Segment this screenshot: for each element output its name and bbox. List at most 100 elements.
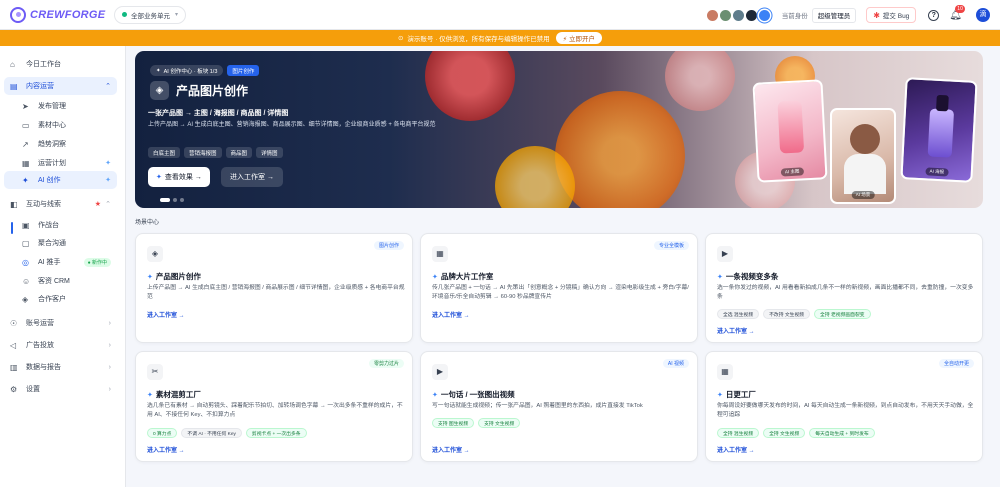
role-select[interactable]: 超级管理员 — [811, 7, 857, 23]
card-enter-link[interactable]: 进入工作室 → — [717, 326, 755, 335]
preview-thumb-scene[interactable]: AI 场景 — [830, 108, 896, 204]
theme-swatch-3[interactable] — [732, 9, 744, 21]
scenario-card[interactable]: ✂ 零剪力过片 ✦ 素材混剪工厂 选几条已有素材 → 自动剪镜头、踩着配乐节拍切、… — [135, 351, 413, 462]
serum-cap-image — [935, 94, 949, 112]
chevron-right-icon: › — [108, 385, 111, 393]
sidebar-item-plan[interactable]: ▦ 运营计划 ✦ — [4, 154, 117, 172]
hero-tag-text: AI 创作中心 · 板块 1/3 — [163, 68, 218, 75]
card-tag: 支持 文生视频 — [478, 418, 521, 428]
sidebar-item-label: 内容运营 — [26, 83, 54, 90]
sparkle-icon: ✦ — [156, 174, 162, 181]
sparkle-icon: ✦ — [22, 175, 29, 185]
sidebar-item-label: AI 推手 — [38, 259, 61, 266]
card-enter-link[interactable]: 进入工作室 → — [717, 445, 755, 454]
layers-icon: ◈ — [147, 246, 163, 262]
scenario-card[interactable]: ◈ 图片创作 ✦ 产品图片创作 上传产品图 → AI 生成白底主图 / 营销海报图… — [135, 233, 413, 343]
fruit-decoration — [665, 51, 735, 111]
user-icon: ☉ — [10, 318, 18, 328]
sidebar-item-interaction[interactable]: ◧ 互动与线索 ★ ⌃ — [4, 195, 117, 213]
theme-swatch-1[interactable] — [706, 9, 718, 21]
carousel-dot[interactable] — [180, 198, 184, 202]
avatar[interactable]: 滴 — [976, 8, 990, 22]
theme-swatch-5[interactable] — [758, 9, 770, 21]
scenario-card[interactable]: ▦ 专业全模板 ✦ 品牌大片工作室 传几张产品图 + 一句话 → AI 先策出「创… — [420, 233, 698, 343]
sidebar-item-ai-create[interactable]: ✦ AI 创作 ✦ — [4, 171, 117, 189]
open-account-button[interactable]: ⚡ 立即开户 — [555, 32, 603, 44]
demo-notice-bar: ⊙ 演示账号 · 仅供浏览，所有保存与编辑操作已禁用 ⚡ 立即开户 — [0, 30, 1000, 46]
open-account-label: 立即开户 — [569, 36, 596, 43]
portrait-body — [844, 154, 886, 194]
sidebar-item-settings[interactable]: ⚙ 设置 › — [4, 380, 117, 398]
target-icon: ◎ — [22, 257, 29, 267]
carousel-dot[interactable] — [160, 198, 170, 202]
sidebar-item-label: 素材中心 — [38, 122, 66, 129]
sidebar-item-chat[interactable]: ▢ 聚合沟通 — [4, 234, 117, 252]
card-title-text: 日更工厂 — [725, 390, 756, 399]
hero-banner: ✦ AI 创作中心 · 板块 1/3 图片创作 ◈ 产品图片创作 一张产品图 → … — [135, 51, 983, 208]
logo[interactable]: CREWFORGE — [10, 6, 108, 23]
serum-bottle-image — [927, 108, 955, 158]
star-icon: ★ — [94, 201, 101, 208]
sidebar-item-label: 合作客户 — [38, 296, 66, 303]
hero-chip: 白底主图 — [148, 147, 181, 158]
enter-studio-button[interactable]: 进入工作室 → — [221, 167, 283, 187]
card-enter-link[interactable]: 进入工作室 → — [432, 445, 470, 454]
sidebar-item-crm[interactable]: ☺ 客资 CRM — [4, 272, 117, 290]
card-tag: 全持 文生视频 — [763, 428, 806, 438]
sparkle-icon: ✦ — [432, 274, 438, 281]
carousel-dot[interactable] — [173, 198, 177, 202]
sidebar-item-label: 账号运营 — [26, 320, 54, 327]
sidebar: ⌂ 今日工作台 ▤ 内容运营 ⌃ ➤ 发布管理 ▭ 素材中心 ↗ 趋势洞察 ▦ 运营计划 ✦ ✦… — [0, 46, 126, 487]
card-tag: 不调 AI · 不用任何 Key — [181, 428, 242, 438]
notification-bell-icon[interactable]: 🔔︎ 10 — [949, 4, 965, 21]
submit-bug-button[interactable]: ✱ 提交 Bug — [866, 7, 917, 23]
video-icon: ▶ — [432, 364, 448, 380]
sidebar-item-accounts[interactable]: ☉ 账号运营 › — [4, 314, 117, 332]
sidebar-item-ai-assistant[interactable]: ◎ AI 推手 ● 新作中 — [4, 253, 117, 271]
sidebar-item-publish[interactable]: ➤ 发布管理 — [4, 97, 117, 115]
card-description: 上传产品图 → AI 生成白底主图 / 营销海报图 / 商品展示图 / 细节详情… — [147, 285, 405, 300]
sidebar-item-battle-desk[interactable]: ▣ 作战台 — [4, 216, 117, 234]
card-description: 选一条你发过的视频，AI 用看看新拍成几条不一样的新视频，画面比播都不同，去重防… — [717, 285, 974, 300]
scenario-card[interactable]: ▶ ✦ 一条视频变多条 选一条你发过的视频，AI 用看看新拍成几条不一样的新视频，… — [705, 233, 983, 343]
sidebar-item-content-ops[interactable]: ▤ 内容运营 ⌃ — [4, 77, 117, 95]
sparkle-icon: ✦ — [105, 177, 111, 184]
sidebar-item-label: 发布管理 — [38, 103, 66, 110]
sparkle-icon: ✦ — [147, 392, 153, 399]
scenario-card[interactable]: ▶ AI 视频 ✦ 一句话 / 一张图出视频 写一句话就能生成视频；传一张产品图，… — [420, 351, 698, 462]
logo-icon — [10, 6, 26, 23]
card-description: 你每周设好要做哪天发布的时间，AI 每天自动生成一条新视频，到点自动发布，不用天… — [717, 403, 974, 418]
card-tag: 全选 混生视频 — [717, 309, 760, 319]
card-enter-link[interactable]: 进入工作室 → — [432, 310, 470, 319]
sidebar-item-reports[interactable]: ▥ 数据与报告 › — [4, 358, 117, 376]
preview-thumb-main[interactable]: AI 主图 — [752, 79, 828, 183]
message-icon: ▢ — [22, 238, 30, 248]
sidebar-item-trends[interactable]: ↗ 趋势洞察 — [4, 135, 117, 153]
thumb-caption: AI 海报 — [925, 167, 949, 177]
help-icon[interactable]: ? — [928, 9, 940, 21]
sidebar-item-ads[interactable]: ◁ 广告投放 › — [4, 336, 117, 354]
view-effects-button[interactable]: ✦ 查看效果 → — [148, 167, 210, 187]
section-label: 场景中心 — [135, 220, 160, 226]
card-description: 传几张产品图 + 一句话 → AI 先策出「创意概念 + 分镜稿」确认方向 → … — [432, 285, 689, 300]
thumb-caption: AI 场景 — [851, 191, 875, 199]
carousel-dots — [160, 198, 187, 202]
sidebar-item-workbench[interactable]: ⌂ 今日工作台 — [4, 55, 117, 73]
theme-swatch-2[interactable] — [719, 9, 731, 21]
scenario-card[interactable]: ▦ 全自动开更 ✦ 日更工厂 你每周设好要做哪天发布的时间，AI 每天自动生成一条… — [705, 351, 983, 462]
card-enter-link[interactable]: 进入工作室 → — [147, 445, 185, 454]
preview-thumb-poster[interactable]: AI 海报 — [900, 77, 978, 183]
blender-image — [777, 100, 805, 154]
sidebar-item-materials[interactable]: ▭ 素材中心 — [4, 116, 117, 134]
theme-swatch-4[interactable] — [745, 9, 757, 21]
sidebar-item-partners[interactable]: ◈ 合作客户 — [4, 290, 117, 308]
hero-category-badge: 图片创作 — [227, 65, 260, 76]
card-enter-link[interactable]: 进入工作室 → — [147, 310, 185, 319]
card-tags: 0 算力点 不调 AI · 不用任何 Key 剪视卡点 + 一次出多条 — [147, 428, 311, 438]
scissors-icon: ✂ — [147, 364, 163, 380]
card-title-text: 素材混剪工厂 — [155, 390, 201, 399]
sidebar-item-label: 作战台 — [38, 222, 59, 229]
business-unit-select[interactable]: 全部业务单元 ▾ — [114, 5, 187, 24]
notice-text: 演示账号 · 仅供浏览，所有保存与编辑操作已禁用 — [407, 36, 550, 43]
card-title: ✦ 素材混剪工厂 — [147, 389, 201, 400]
